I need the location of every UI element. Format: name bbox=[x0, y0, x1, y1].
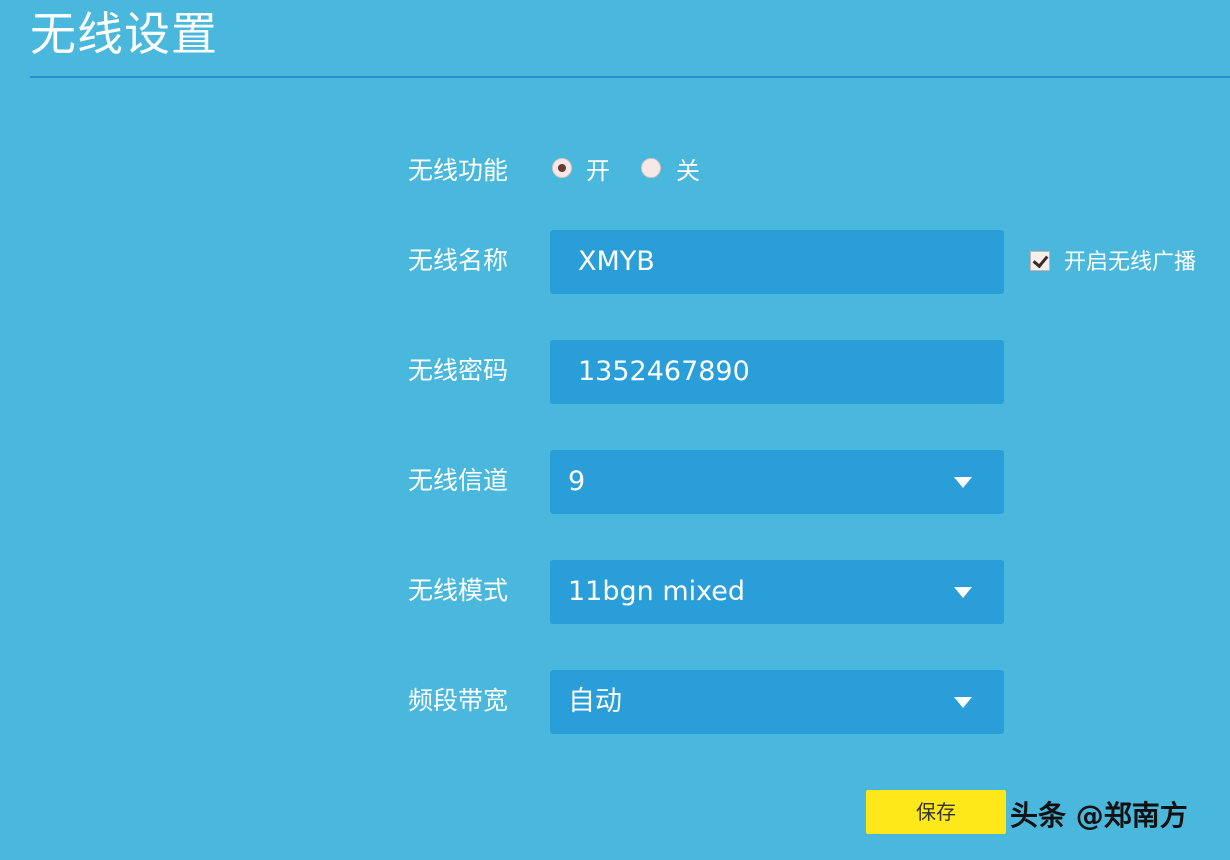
radio-on-label: 开 bbox=[586, 157, 610, 185]
chevron-down-icon bbox=[954, 697, 972, 708]
radio-off[interactable]: 关 bbox=[641, 156, 711, 186]
radio-off-label: 关 bbox=[676, 157, 700, 185]
password-value: 1352467890 bbox=[578, 356, 750, 387]
chevron-down-icon bbox=[954, 477, 972, 488]
channel-value: 9 bbox=[568, 466, 586, 497]
mode-select[interactable]: 11bgn mixed bbox=[550, 560, 1004, 624]
bandwidth-select[interactable]: 自动 bbox=[550, 670, 1004, 734]
password-label: 无线密码 bbox=[408, 356, 509, 385]
password-input[interactable]: 1352467890 bbox=[550, 340, 1004, 404]
channel-label: 无线信道 bbox=[408, 466, 509, 495]
ssid-label: 无线名称 bbox=[408, 246, 509, 275]
watermark: 头条 @郑南方 bbox=[1010, 799, 1188, 832]
channel-select[interactable]: 9 bbox=[550, 450, 1004, 514]
broadcast-label: 开启无线广播 bbox=[1064, 250, 1197, 275]
bandwidth-value: 自动 bbox=[568, 686, 622, 717]
ssid-value: XMYB bbox=[578, 246, 655, 277]
mode-label: 无线模式 bbox=[408, 576, 509, 605]
title-divider bbox=[30, 76, 1230, 78]
page-title: 无线设置 bbox=[30, 7, 218, 61]
radio-on[interactable]: 开 bbox=[552, 156, 622, 186]
radio-on-dot[interactable] bbox=[552, 158, 572, 178]
ssid-input[interactable]: XMYB bbox=[550, 230, 1004, 294]
mode-value: 11bgn mixed bbox=[568, 576, 746, 607]
bandwidth-label: 频段带宽 bbox=[408, 686, 509, 715]
save-button[interactable]: 保存 bbox=[866, 790, 1006, 834]
radio-off-dot[interactable] bbox=[641, 158, 661, 178]
broadcast-checkbox[interactable] bbox=[1030, 251, 1050, 271]
wireless-function-label: 无线功能 bbox=[408, 156, 509, 185]
chevron-down-icon bbox=[954, 587, 972, 598]
